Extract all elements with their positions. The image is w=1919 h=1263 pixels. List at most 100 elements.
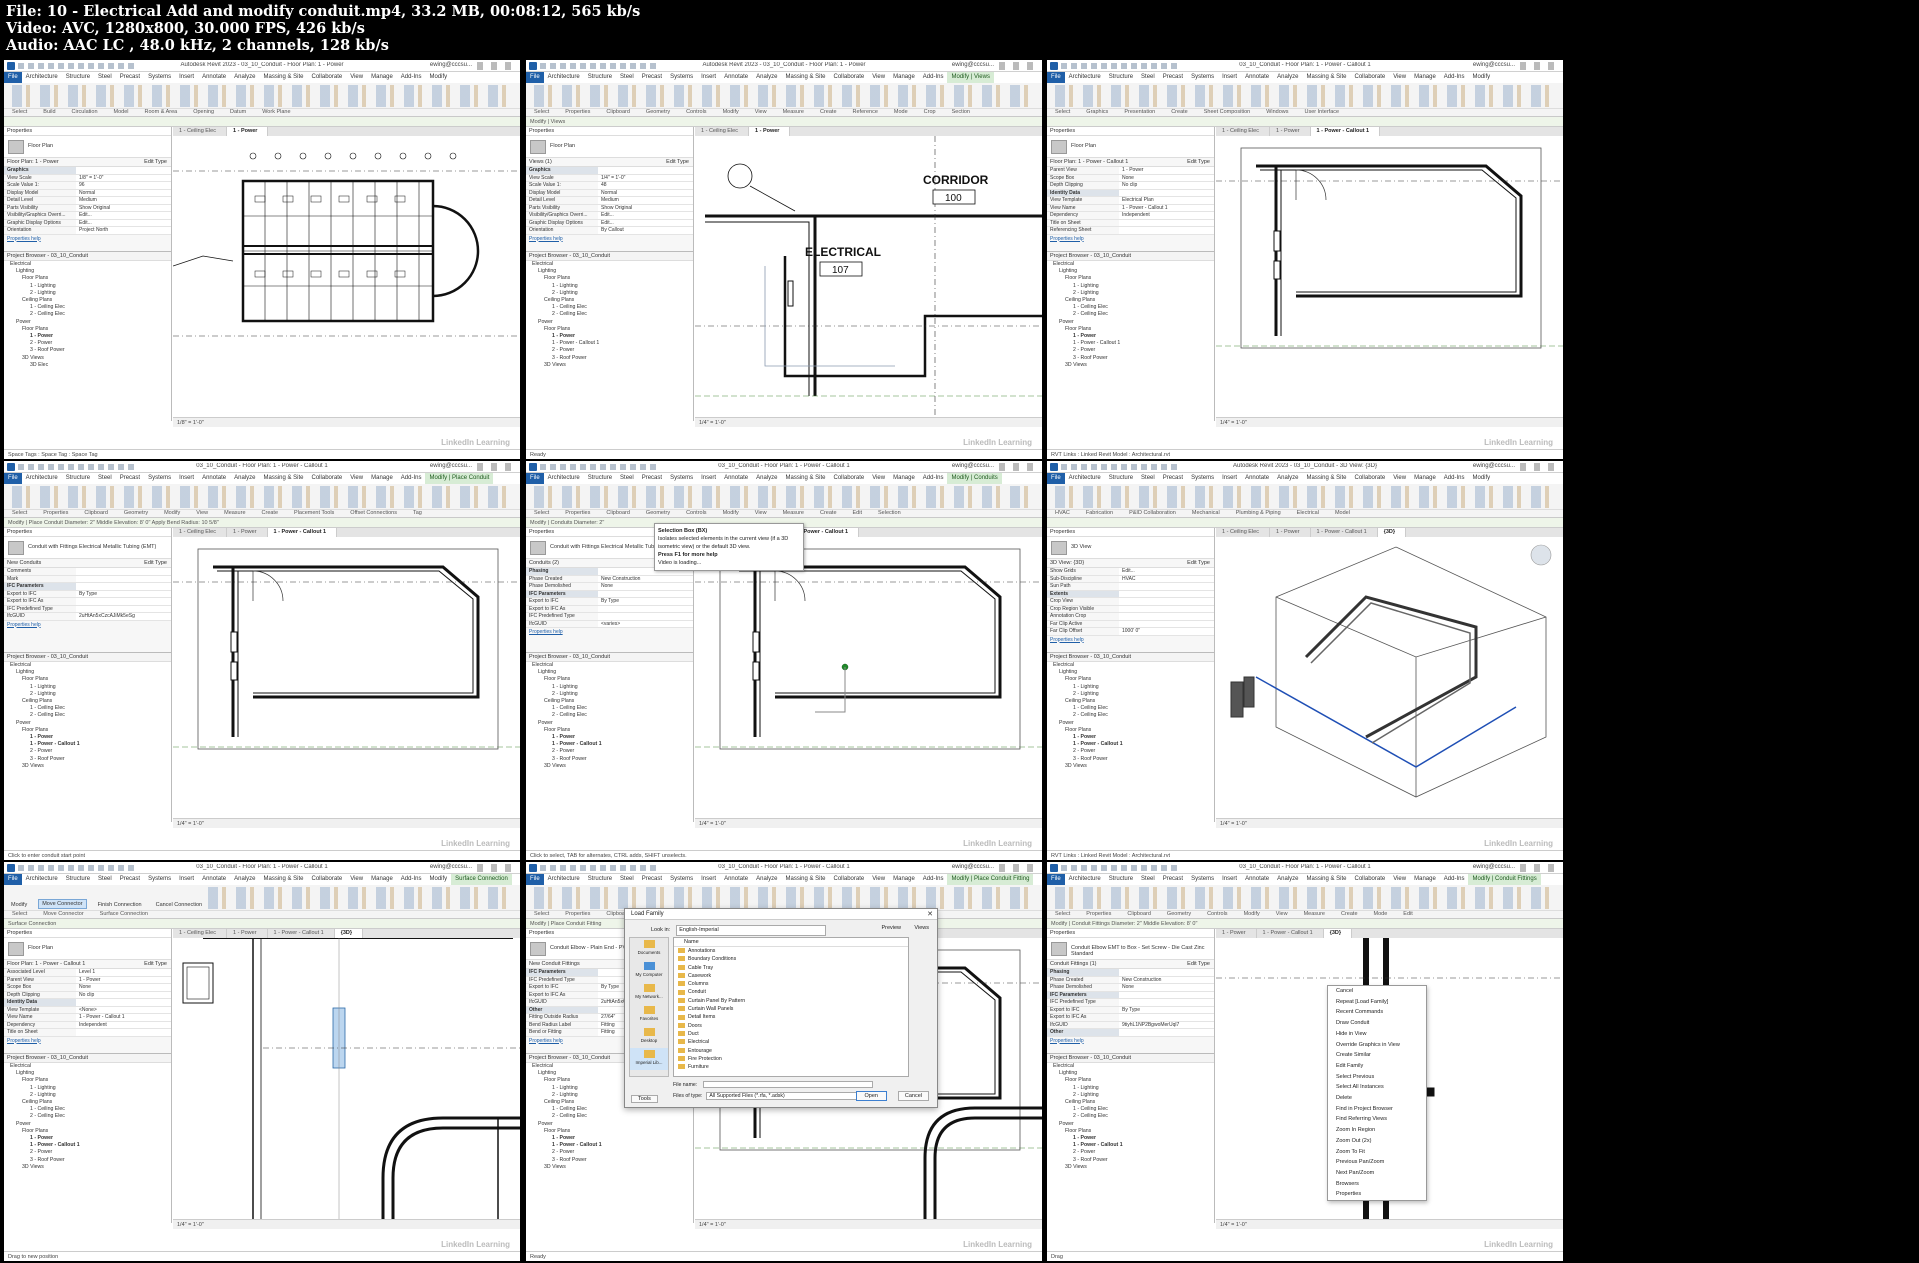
ribbon-tab[interactable]: Collaborate	[308, 874, 347, 885]
edit-type-button[interactable]: Edit Type	[144, 158, 171, 167]
browser-tree-item[interactable]: Power	[526, 1121, 693, 1128]
browser-tree-item[interactable]: Power	[4, 319, 171, 326]
property-value[interactable]: 9tiyhL1NP2BgwoMerUql7	[1119, 1021, 1214, 1028]
property-value[interactable]: By Type	[76, 590, 171, 597]
browser-tree-item[interactable]: 1 - Ceiling Elec	[4, 705, 171, 712]
ribbon-tab[interactable]: Insert	[1218, 874, 1241, 885]
instance-selector[interactable]: Conduit Fittings (1) Edit Type	[1047, 960, 1214, 969]
browser-tree-item[interactable]: 1 - Power - Callout 1	[526, 340, 693, 347]
ribbon-tab[interactable]: Annotate	[1241, 473, 1273, 484]
ribbon-tab[interactable]: Structure	[62, 72, 94, 83]
browser-tree-item[interactable]: Electrical	[4, 662, 171, 669]
ribbon-button[interactable]: Modify	[8, 901, 30, 909]
view-scale[interactable]: 1/4" = 1'-0"	[699, 1222, 726, 1228]
drawing-canvas[interactable]	[695, 537, 1042, 818]
property-row[interactable]: Far Clip Active	[1047, 620, 1214, 628]
ribbon-tab[interactable]: Annotate	[720, 874, 752, 885]
browser-tree-item[interactable]: 2 - Lighting	[4, 290, 171, 297]
place-item[interactable]: Favorites	[630, 1004, 668, 1026]
ribbon-tab[interactable]: Precast	[116, 874, 144, 885]
browser-tree-item[interactable]: 1 - Lighting	[4, 684, 171, 691]
properties-help-link[interactable]: Properties help	[526, 235, 693, 244]
property-value[interactable]: Project North	[76, 227, 171, 234]
window-controls[interactable]	[999, 864, 1039, 872]
property-value[interactable]	[1119, 583, 1214, 590]
browser-tree-item[interactable]: 1 - Power - Callout 1	[1047, 340, 1214, 347]
property-row[interactable]: Display Model Normal	[4, 189, 171, 197]
browser-tree-item[interactable]: 2 - Lighting	[526, 290, 693, 297]
browser-tree-item[interactable]: Floor Plans	[526, 727, 693, 734]
ribbon-tab[interactable]: Add-Ins	[919, 72, 948, 83]
property-value[interactable]: 1/8" = 1'-0"	[76, 174, 171, 181]
views-dropdown[interactable]: Views	[914, 925, 929, 931]
property-value[interactable]	[76, 167, 171, 174]
place-item[interactable]: My Computer	[630, 960, 668, 982]
browser-tree-item[interactable]: 2 - Ceiling Elec	[526, 311, 693, 318]
drawing-canvas[interactable]	[1216, 537, 1563, 818]
view-scale[interactable]: 1/4" = 1'-0"	[1220, 420, 1247, 426]
user-account[interactable]: ewing@cccsu...	[952, 463, 994, 469]
property-value[interactable]	[1119, 991, 1214, 998]
property-row[interactable]: Depth Clipping No clip	[4, 991, 171, 999]
property-row[interactable]: Phase Created New Construction	[1047, 976, 1214, 984]
file-list-item[interactable]: Detail Items	[674, 1013, 908, 1021]
window-controls[interactable]	[1520, 864, 1560, 872]
ribbon-tab[interactable]: Massing & Site	[1302, 473, 1350, 484]
property-row[interactable]: Scope Box None	[4, 984, 171, 992]
property-value[interactable]	[76, 575, 171, 582]
ribbon-tab[interactable]: View	[346, 72, 367, 83]
context-menu-item[interactable]: Recent Commands	[1328, 1007, 1426, 1018]
ribbon-tab[interactable]: Collaborate	[830, 72, 869, 83]
instance-selector[interactable]: Floor Plan: 1 - Power Edit Type	[4, 158, 171, 167]
browser-tree-item[interactable]: Electrical	[1047, 1063, 1214, 1070]
file-list-item[interactable]: Fire Protection	[674, 1055, 908, 1063]
view-scale[interactable]: 1/4" = 1'-0"	[177, 821, 204, 827]
ribbon-tool-buttons[interactable]	[1051, 85, 1559, 107]
browser-tree-item[interactable]: Electrical	[526, 261, 693, 268]
user-account[interactable]: ewing@cccsu...	[1473, 864, 1515, 870]
browser-tree-item[interactable]: 2 - Lighting	[1047, 1092, 1214, 1099]
ribbon-tab[interactable]: File	[526, 874, 544, 885]
type-selector[interactable]: Conduit with Fittings Electrical Metalli…	[4, 537, 171, 559]
ribbon-tab[interactable]: Precast	[1159, 473, 1187, 484]
drawing-canvas[interactable]	[173, 537, 520, 818]
edit-type-button[interactable]: Edit Type	[1187, 158, 1214, 167]
ribbon-tab[interactable]: Surface Connection	[451, 874, 512, 885]
browser-tree-item[interactable]: Floor Plans	[1047, 676, 1214, 683]
property-row[interactable]: Far Clip Offset 1000' 0"	[1047, 628, 1214, 636]
ribbon-tab[interactable]: Analyze	[230, 473, 259, 484]
edit-type-button[interactable]: Edit Type	[144, 559, 171, 568]
ribbon-tab[interactable]: Architecture	[544, 874, 584, 885]
browser-tree-item[interactable]: 3D Views	[526, 763, 693, 770]
property-row[interactable]: Export to IFC By Type	[526, 598, 693, 606]
property-row[interactable]: Export to IFC As	[4, 598, 171, 606]
property-value[interactable]: By Type	[598, 598, 693, 605]
ribbon-tab[interactable]: Precast	[1159, 72, 1187, 83]
property-value[interactable]	[1119, 1029, 1214, 1036]
ribbon-tab[interactable]: Massing & Site	[259, 72, 307, 83]
browser-tree-item[interactable]: 2 - Ceiling Elec	[1047, 311, 1214, 318]
ribbon-tab[interactable]: Precast	[116, 473, 144, 484]
property-row[interactable]: Crop Region Visible	[1047, 605, 1214, 613]
property-row[interactable]: Export to IFC As	[526, 605, 693, 613]
browser-tree-item[interactable]: 2 - Lighting	[4, 691, 171, 698]
ribbon-tab[interactable]: Steel	[1137, 72, 1159, 83]
browser-tree-item[interactable]: Ceiling Plans	[526, 297, 693, 304]
browser-tree-item[interactable]: Floor Plans	[4, 275, 171, 282]
file-list-item[interactable]: Electrical	[674, 1038, 908, 1046]
ribbon-tab[interactable]: Architecture	[544, 72, 584, 83]
ribbon-tab[interactable]: Massing & Site	[1302, 72, 1350, 83]
ribbon-tab[interactable]: Annotate	[198, 72, 230, 83]
property-value[interactable]	[1119, 1014, 1214, 1021]
ribbon-tab[interactable]: Add-Ins	[397, 874, 426, 885]
browser-tree-item[interactable]: 1 - Lighting	[4, 1085, 171, 1092]
close-icon[interactable]: ✕	[927, 910, 933, 918]
browser-tree-item[interactable]: 1 - Power	[1047, 734, 1214, 741]
browser-tree-item[interactable]: 1 - Ceiling Elec	[4, 304, 171, 311]
instance-selector[interactable]: New Conduits Edit Type	[4, 559, 171, 568]
view-tab[interactable]: 1 - Ceiling Elec	[173, 528, 227, 537]
ribbon-tab[interactable]: Systems	[666, 72, 697, 83]
property-value[interactable]: None	[76, 984, 171, 991]
property-row[interactable]: Parent View 1 - Power	[1047, 167, 1214, 175]
window-controls[interactable]	[999, 62, 1039, 70]
